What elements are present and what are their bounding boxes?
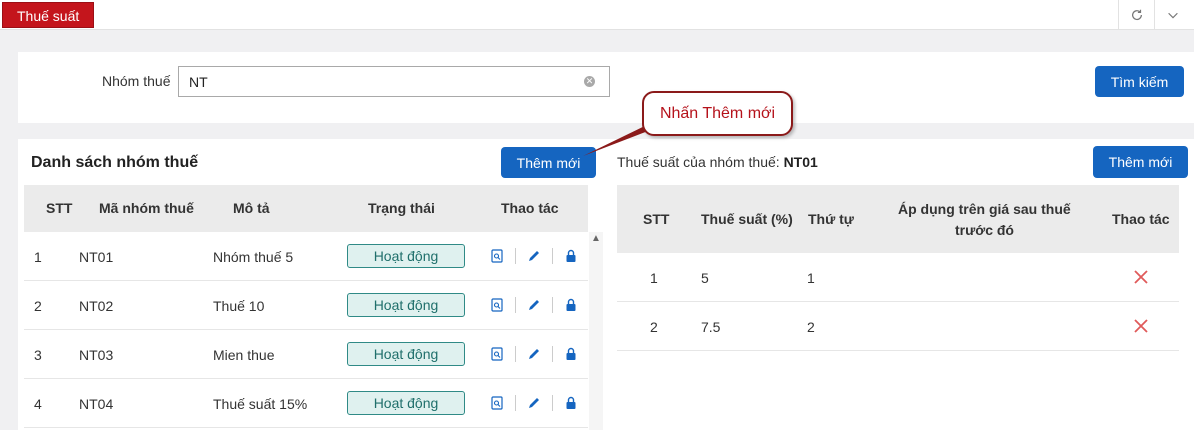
refresh-button[interactable] bbox=[1118, 0, 1154, 30]
table-header: STT Thuế suất (%) Thứ tự Áp dụng trên gi… bbox=[617, 185, 1179, 253]
row-stt: 2 bbox=[34, 298, 42, 314]
tax-group-input-wrapper: ✕ bbox=[178, 66, 610, 97]
edit-icon[interactable] bbox=[527, 396, 541, 410]
table-row[interactable]: 1 5 1 bbox=[617, 253, 1179, 302]
edit-icon[interactable] bbox=[527, 298, 541, 312]
row-desc: Thuế suất 15% bbox=[213, 396, 308, 412]
tax-group-input[interactable] bbox=[179, 67, 609, 96]
add-tax-group-button[interactable]: Thêm mới bbox=[501, 147, 596, 178]
refresh-icon bbox=[1131, 9, 1142, 21]
col-actions: Thao tác bbox=[501, 200, 559, 216]
action-divider bbox=[515, 248, 516, 264]
row-stt: 3 bbox=[34, 347, 42, 363]
status-badge: Hoạt động bbox=[347, 391, 465, 415]
action-divider bbox=[515, 346, 516, 362]
add-tax-rate-button[interactable]: Thêm mới bbox=[1093, 146, 1188, 178]
row-desc: Mien thue bbox=[213, 347, 275, 363]
table-scrollbar[interactable] bbox=[589, 232, 603, 430]
col-code: Mã nhóm thuế bbox=[99, 200, 194, 216]
row-order: 1 bbox=[807, 270, 815, 286]
row-code: NT02 bbox=[79, 298, 114, 314]
row-stt: 1 bbox=[650, 270, 658, 286]
table-header: STT Mã nhóm thuế Mô tả Trạng thái Thao t… bbox=[24, 185, 588, 232]
tax-group-table: STT Mã nhóm thuế Mô tả Trạng thái Thao t… bbox=[24, 185, 588, 428]
search-panel: Nhóm thuế ✕ Tìm kiếm bbox=[18, 52, 1194, 123]
row-rate: 5 bbox=[701, 270, 709, 286]
annotation-callout: Nhấn Thêm mới bbox=[642, 91, 793, 136]
col-stt: STT bbox=[643, 211, 670, 227]
col-stt: STT bbox=[46, 200, 73, 216]
table-row[interactable]: 4 NT04 Thuế suất 15% Hoạt động bbox=[24, 379, 588, 428]
table-row[interactable]: 1 NT01 Nhóm thuế 5 Hoạt động bbox=[24, 232, 588, 281]
table-row[interactable]: 2 7.5 2 bbox=[617, 302, 1179, 351]
action-divider bbox=[552, 346, 553, 362]
view-detail-icon[interactable] bbox=[490, 298, 504, 312]
edit-icon[interactable] bbox=[527, 249, 541, 263]
row-stt: 2 bbox=[650, 319, 658, 335]
col-rate: Thuế suất (%) bbox=[701, 211, 793, 227]
action-divider bbox=[515, 297, 516, 313]
row-code: NT04 bbox=[79, 396, 114, 412]
collapse-button[interactable] bbox=[1154, 0, 1190, 30]
view-detail-icon[interactable] bbox=[490, 396, 504, 410]
action-divider bbox=[552, 248, 553, 264]
col-order: Thứ tự bbox=[808, 211, 854, 227]
col-apply-after-tax-line2: trước đó bbox=[955, 222, 1014, 238]
tax-rate-table: STT Thuế suất (%) Thứ tự Áp dụng trên gi… bbox=[617, 185, 1179, 351]
status-badge: Hoạt động bbox=[347, 342, 465, 366]
tax-group-list-panel: Danh sách nhóm thuế Thêm mới STT Mã nhóm… bbox=[18, 139, 605, 430]
edit-icon[interactable] bbox=[527, 347, 541, 361]
delete-icon[interactable] bbox=[1133, 269, 1149, 285]
tax-rate-title-prefix: Thuế suất của nhóm thuế: bbox=[617, 154, 780, 170]
action-divider bbox=[552, 395, 553, 411]
chevron-down-icon bbox=[1167, 12, 1178, 19]
row-order: 2 bbox=[807, 319, 815, 335]
action-divider bbox=[515, 395, 516, 411]
col-status: Trạng thái bbox=[368, 200, 435, 216]
row-code: NT01 bbox=[79, 249, 114, 265]
col-apply-after-tax: Áp dụng trên giá sau thuế bbox=[898, 201, 1071, 217]
row-stt: 1 bbox=[34, 249, 42, 265]
status-badge: Hoạt động bbox=[347, 244, 465, 268]
tax-rate-panel: Thuế suất của nhóm thuế: NT01 Thêm mới S… bbox=[605, 139, 1194, 430]
scroll-up-icon[interactable]: ▲ bbox=[589, 232, 603, 246]
lock-icon[interactable] bbox=[564, 347, 578, 361]
row-code: NT03 bbox=[79, 347, 114, 363]
search-button[interactable]: Tìm kiếm bbox=[1095, 66, 1184, 97]
table-row[interactable]: 2 NT02 Thuế 10 Hoạt động bbox=[24, 281, 588, 330]
selected-group-code: NT01 bbox=[783, 154, 818, 170]
row-desc: Nhóm thuế 5 bbox=[213, 249, 294, 265]
delete-icon[interactable] bbox=[1133, 318, 1149, 334]
tax-group-list-title: Danh sách nhóm thuế bbox=[31, 154, 199, 171]
lock-icon[interactable] bbox=[564, 396, 578, 410]
row-rate: 7.5 bbox=[701, 319, 721, 335]
table-row[interactable]: 3 NT03 Mien thue Hoạt động bbox=[24, 330, 588, 379]
view-detail-icon[interactable] bbox=[490, 347, 504, 361]
action-divider bbox=[552, 297, 553, 313]
row-desc: Thuế 10 bbox=[213, 298, 265, 314]
lock-icon[interactable] bbox=[564, 249, 578, 263]
col-actions: Thao tác bbox=[1112, 211, 1170, 227]
clear-icon[interactable]: ✕ bbox=[584, 76, 595, 87]
top-tab-bar: Thuế suất bbox=[0, 0, 1194, 30]
row-stt: 4 bbox=[34, 396, 42, 412]
status-badge: Hoạt động bbox=[347, 293, 465, 317]
tab-thue-suat[interactable]: Thuế suất bbox=[2, 2, 95, 28]
view-detail-icon[interactable] bbox=[490, 249, 504, 263]
col-desc: Mô tả bbox=[233, 200, 270, 216]
tax-group-label: Nhóm thuế bbox=[102, 73, 171, 89]
lock-icon[interactable] bbox=[564, 298, 578, 312]
tax-rate-title: Thuế suất của nhóm thuế: NT01 bbox=[617, 154, 818, 170]
